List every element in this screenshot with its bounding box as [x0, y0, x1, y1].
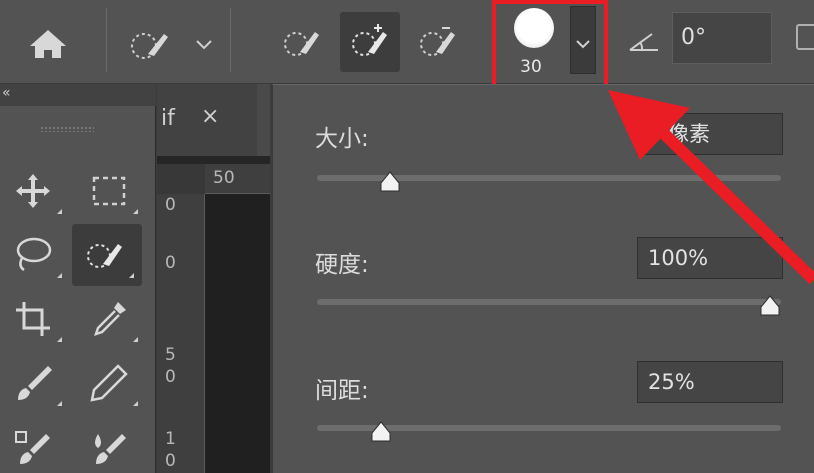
- options-checkbox[interactable]: [796, 24, 814, 50]
- toolbox-grip[interactable]: [40, 126, 94, 132]
- hardness-input[interactable]: 100%: [637, 237, 783, 279]
- ruler-label: 1 0: [165, 429, 176, 471]
- stamp-icon: [15, 431, 50, 464]
- ruler-label: 0: [165, 195, 176, 215]
- size-slider-thumb[interactable]: [379, 171, 401, 193]
- toolbox-header: «: [0, 84, 156, 106]
- brush-icon: [18, 366, 52, 400]
- document-area: if × 50 0 0 5 0 1 0: [157, 84, 270, 473]
- hardness-slider[interactable]: [317, 295, 781, 316]
- ruler-label: 0: [165, 253, 176, 273]
- close-icon[interactable]: ×: [201, 104, 219, 129]
- pencil-icon: [90, 364, 128, 402]
- move-icon: [16, 174, 50, 208]
- move-tool[interactable]: [0, 160, 70, 222]
- lasso-tool[interactable]: [0, 224, 70, 286]
- brush-tool[interactable]: [0, 352, 70, 414]
- angle-icon: [628, 30, 660, 58]
- spacing-input[interactable]: 25%: [637, 361, 783, 403]
- brush-settings-popup: 大小: 0 像素 硬度: 100% 间距: 25%: [272, 84, 814, 473]
- hardness-label: 硬度:: [315, 252, 369, 278]
- horizontal-ruler: 50: [205, 164, 270, 194]
- ruler-corner: [157, 164, 205, 194]
- marquee-tool[interactable]: [76, 160, 146, 222]
- subtract-from-selection-icon[interactable]: [408, 12, 468, 72]
- ruler-label: 5 0: [165, 345, 176, 387]
- history-brush-tool[interactable]: [76, 416, 146, 473]
- tab-strip: [257, 84, 270, 156]
- clone-stamp-tool[interactable]: [0, 416, 70, 473]
- hardness-slider-thumb[interactable]: [759, 295, 781, 317]
- size-slider[interactable]: [317, 171, 781, 192]
- quick-selection-tool[interactable]: [72, 224, 142, 286]
- chevron-down-icon[interactable]: [190, 30, 218, 58]
- new-selection-icon[interactable]: [272, 12, 332, 72]
- marquee-icon: [92, 176, 126, 206]
- crop-icon: [16, 302, 50, 336]
- tool-preset-quick-selection-icon[interactable]: [118, 14, 188, 74]
- quick-selection-icon: [87, 244, 122, 268]
- toolbox: «: [0, 84, 156, 473]
- eyedropper-icon: [94, 302, 126, 336]
- add-to-selection-icon[interactable]: [340, 12, 400, 72]
- spacing-slider[interactable]: [317, 421, 781, 442]
- history-brush-icon: [95, 434, 126, 464]
- vertical-ruler: 0 0 5 0 1 0: [157, 194, 205, 473]
- pencil-tool[interactable]: [76, 352, 146, 414]
- eyedropper-tool[interactable]: [76, 288, 146, 350]
- document-tab-name: if: [161, 106, 175, 131]
- spacing-slider-thumb[interactable]: [370, 421, 392, 443]
- angle-input[interactable]: 0°: [672, 12, 772, 64]
- lasso-icon: [16, 237, 52, 272]
- collapse-icon[interactable]: «: [2, 85, 11, 101]
- ruler-label: 50: [213, 168, 235, 188]
- options-bar: 30 0°: [0, 0, 814, 88]
- spacing-label: 间距:: [315, 378, 369, 404]
- canvas[interactable]: [205, 194, 270, 473]
- size-label: 大小:: [315, 126, 369, 152]
- highlight-box: [492, 0, 608, 88]
- document-tab[interactable]: if ×: [157, 84, 257, 156]
- home-icon[interactable]: [22, 20, 74, 66]
- crop-tool[interactable]: [0, 288, 70, 350]
- size-input[interactable]: 0 像素: [637, 113, 783, 155]
